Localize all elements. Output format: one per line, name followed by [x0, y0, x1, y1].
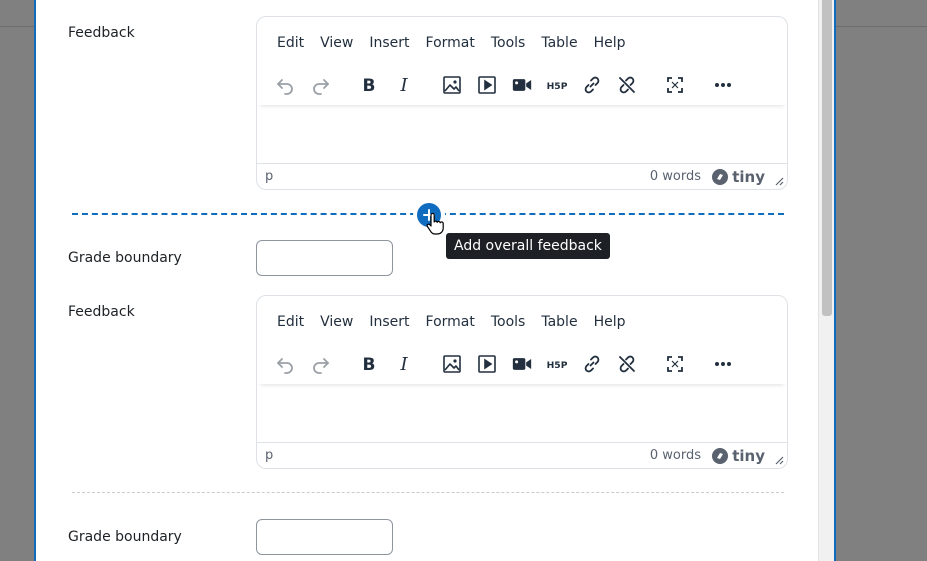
- feedback-label-2: Feedback: [68, 304, 135, 320]
- menu-edit[interactable]: Edit: [269, 33, 312, 53]
- resize-handle-icon[interactable]: [774, 176, 784, 186]
- bold-icon[interactable]: B: [355, 350, 383, 378]
- image-icon[interactable]: [438, 350, 466, 378]
- menu-format[interactable]: Format: [418, 33, 483, 53]
- editor-content-area[interactable]: [257, 386, 787, 442]
- menu-help[interactable]: Help: [586, 312, 634, 332]
- menu-view[interactable]: View: [312, 312, 361, 332]
- menu-tools[interactable]: Tools: [483, 33, 534, 53]
- link-icon[interactable]: [578, 71, 606, 99]
- undo-icon[interactable]: [271, 71, 299, 99]
- word-count[interactable]: 0 words: [650, 448, 701, 463]
- editor-statusbar: p 0 words tiny: [257, 442, 787, 468]
- editor-toolbar: B I H5P: [257, 65, 787, 105]
- video-icon[interactable]: [508, 71, 536, 99]
- bold-icon[interactable]: B: [355, 71, 383, 99]
- menu-insert[interactable]: Insert: [361, 312, 417, 332]
- add-feedback-tooltip: Add overall feedback: [446, 233, 610, 259]
- modal-dialog: Feedback Edit View Insert Format Tools T…: [34, 0, 836, 561]
- h5p-icon[interactable]: H5P: [543, 350, 571, 378]
- link-icon[interactable]: [578, 350, 606, 378]
- grade-boundary-label-2: Grade boundary: [68, 529, 182, 545]
- menu-format[interactable]: Format: [418, 312, 483, 332]
- feedback-editor-2: Edit View Insert Format Tools Table Help…: [256, 295, 788, 469]
- element-path[interactable]: p: [265, 448, 273, 463]
- image-icon[interactable]: [438, 71, 466, 99]
- editor-menubar: Edit View Insert Format Tools Table Help: [269, 33, 633, 53]
- resize-handle-icon[interactable]: [774, 455, 784, 465]
- scrollbar-thumb[interactable]: [822, 0, 832, 316]
- media-icon[interactable]: [473, 350, 501, 378]
- redo-icon[interactable]: [307, 71, 335, 99]
- tiny-logo-icon: [712, 169, 729, 185]
- more-icon[interactable]: [709, 350, 737, 378]
- grade-boundary-input-1[interactable]: [256, 240, 393, 276]
- tiny-logo-icon: [712, 448, 729, 464]
- fullscreen-icon[interactable]: [661, 71, 689, 99]
- italic-icon[interactable]: I: [390, 350, 418, 378]
- tiny-logo-text: tiny: [732, 447, 765, 465]
- italic-icon[interactable]: I: [390, 71, 418, 99]
- svg-text:H5P: H5P: [547, 360, 567, 371]
- redo-icon[interactable]: [307, 350, 335, 378]
- editor-menubar: Edit View Insert Format Tools Table Help: [269, 312, 633, 332]
- menu-table[interactable]: Table: [533, 33, 585, 53]
- editor-content-area[interactable]: [257, 107, 787, 163]
- tiny-logo-text: tiny: [732, 168, 765, 186]
- grade-boundary-label-1: Grade boundary: [68, 250, 182, 266]
- tiny-logo[interactable]: tiny: [711, 447, 765, 465]
- menu-table[interactable]: Table: [533, 312, 585, 332]
- editor-statusbar: p 0 words tiny: [257, 163, 787, 189]
- menu-insert[interactable]: Insert: [361, 33, 417, 53]
- element-path[interactable]: p: [265, 169, 273, 184]
- word-count[interactable]: 0 words: [650, 169, 701, 184]
- editor-toolbar: B I H5P: [257, 344, 787, 384]
- video-icon[interactable]: [508, 350, 536, 378]
- feedback-label-1: Feedback: [68, 25, 135, 41]
- feedback-divider: [72, 492, 784, 493]
- menu-view[interactable]: View: [312, 33, 361, 53]
- svg-text:I: I: [399, 75, 408, 95]
- tiny-logo[interactable]: tiny: [711, 168, 765, 186]
- menu-tools[interactable]: Tools: [483, 312, 534, 332]
- unlink-icon[interactable]: [613, 71, 641, 99]
- more-icon[interactable]: [709, 71, 737, 99]
- feedback-editor-1: Edit View Insert Format Tools Table Help…: [256, 16, 788, 190]
- svg-text:H5P: H5P: [547, 81, 567, 92]
- svg-text:B: B: [363, 76, 376, 95]
- menu-help[interactable]: Help: [586, 33, 634, 53]
- menu-edit[interactable]: Edit: [269, 312, 312, 332]
- fullscreen-icon[interactable]: [661, 350, 689, 378]
- svg-text:B: B: [363, 355, 376, 374]
- media-icon[interactable]: [473, 71, 501, 99]
- grade-boundary-input-2[interactable]: [256, 519, 393, 555]
- undo-icon[interactable]: [271, 350, 299, 378]
- h5p-icon[interactable]: H5P: [543, 71, 571, 99]
- modal-scrollbar[interactable]: [818, 0, 834, 561]
- hand-cursor-icon: [426, 213, 444, 235]
- unlink-icon[interactable]: [613, 350, 641, 378]
- svg-text:I: I: [399, 354, 408, 374]
